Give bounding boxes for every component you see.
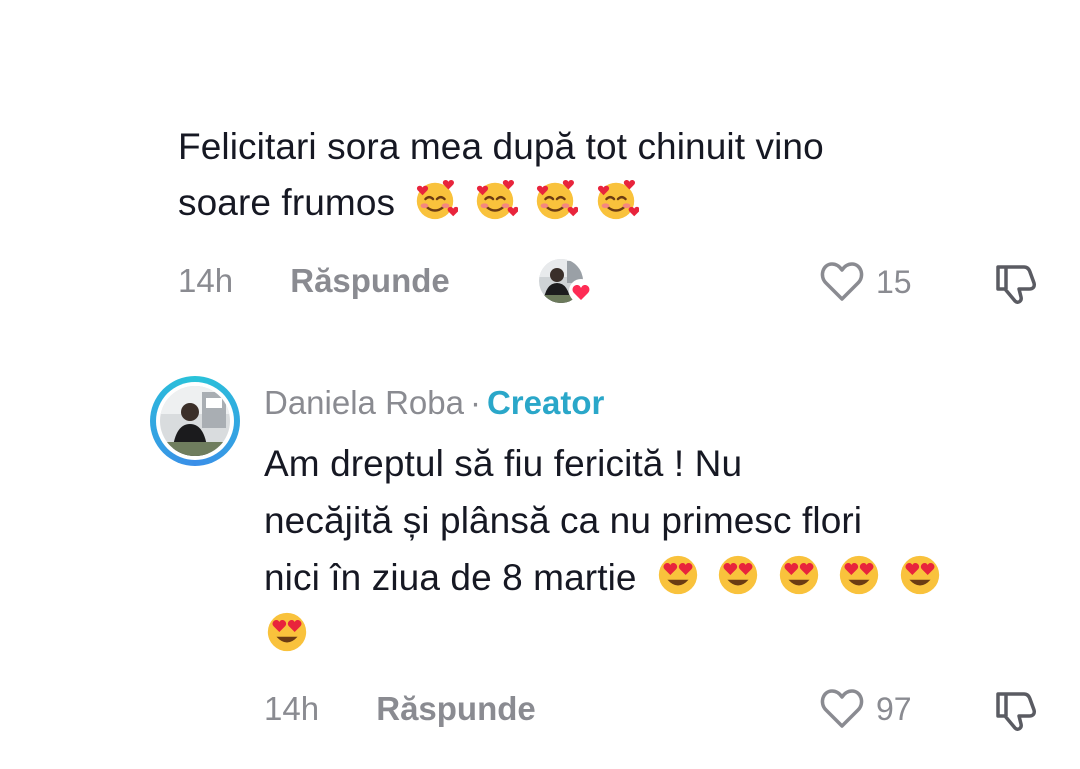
thumbs-down-icon xyxy=(996,265,1036,304)
reply-button[interactable]: Răspunde xyxy=(290,262,450,299)
smiling-face-with-hearts-icon xyxy=(537,179,579,220)
author-name[interactable]: Daniela Roba xyxy=(264,384,464,421)
heart-outline-icon xyxy=(820,262,864,301)
creator-avatar-small-icon xyxy=(539,259,593,303)
emoji-group xyxy=(655,555,947,598)
heart-outline-icon xyxy=(820,689,864,728)
smiling-face-with-hearts-icon xyxy=(416,179,458,220)
avatar-photo xyxy=(160,386,230,456)
heart-eyes-icon xyxy=(839,555,879,595)
heart-eyes-icon xyxy=(658,555,698,595)
user-photo-icon xyxy=(160,386,230,456)
smiling-face-with-hearts-icon xyxy=(476,179,518,220)
heart-eyes-icon xyxy=(267,612,307,652)
creator-liked-badge xyxy=(537,257,599,307)
comment-text-line: Felicitari sora mea după tot chinuit vin… xyxy=(178,126,824,167)
avatar[interactable] xyxy=(150,376,240,466)
dislike-button[interactable] xyxy=(990,686,1038,734)
comment-text-fragment: nici în ziua de 8 martie xyxy=(264,557,637,598)
comment-text-line xyxy=(264,606,1054,663)
comment-meta: 14h Răspunde xyxy=(264,690,536,728)
dislike-button[interactable] xyxy=(990,259,1038,307)
heart-eyes-icon xyxy=(900,555,939,595)
comment-text-fragment: soare frumos xyxy=(178,182,396,223)
thumbs-down-icon xyxy=(996,692,1036,731)
creator-badge: Creator xyxy=(486,384,605,421)
comment-text-line: soare frumos xyxy=(178,175,1038,231)
like-button[interactable] xyxy=(818,686,866,730)
smiling-face-with-hearts-icon xyxy=(597,179,639,220)
like-count: 97 xyxy=(876,691,912,727)
comment-time: 14h xyxy=(264,690,320,727)
avatar-border xyxy=(156,382,234,460)
heart-eyes-icon xyxy=(719,555,758,595)
like-button[interactable] xyxy=(818,259,866,303)
comment-text-line: nici în ziua de 8 martie xyxy=(264,549,1054,606)
reply-button[interactable]: Răspunde xyxy=(376,690,536,727)
like-count: 15 xyxy=(876,264,912,300)
comment-meta: 14h Răspunde xyxy=(178,262,450,300)
heart-eyes-icon xyxy=(779,555,818,595)
comment-text-line: necăjită și plânsă ca nu primesc flori xyxy=(264,500,863,541)
comment-text: Felicitari sora mea după tot chinuit vin… xyxy=(178,119,1038,231)
comment-time: 14h xyxy=(178,262,234,299)
comment-text-line: Am dreptul să fiu fericită ! Nu xyxy=(264,443,743,484)
comment-author-line: Daniela Roba · Creator xyxy=(264,384,604,422)
emoji-group xyxy=(412,179,643,223)
author-separator: · xyxy=(469,384,481,421)
comment-text: Am dreptul să fiu fericită ! Nu necăjită… xyxy=(264,435,1054,663)
